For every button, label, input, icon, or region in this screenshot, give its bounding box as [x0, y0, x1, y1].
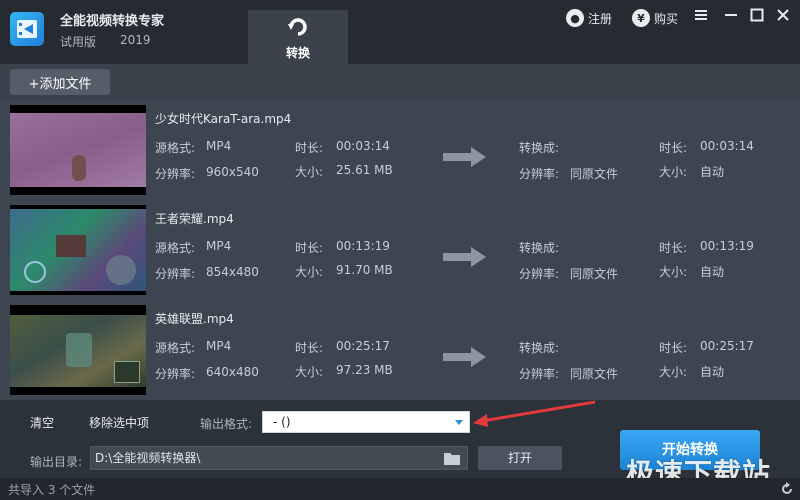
output-label: 转换成:	[519, 141, 560, 155]
src-format-label: 源格式:	[155, 241, 196, 255]
src-format-label: 源格式:	[155, 141, 196, 155]
close-icon[interactable]	[774, 6, 792, 24]
add-file-button[interactable]: +添加文件	[10, 69, 110, 95]
tab-convert-label: 转换	[285, 46, 310, 60]
src-format-value: MP4	[206, 339, 232, 353]
out-resolution-label: 分辨率:	[519, 367, 560, 381]
title-bar: 全能视频转换专家 试用版 2019 转换 ● 注册 ¥ 购买	[0, 0, 800, 64]
convert-arrow-icon	[288, 18, 307, 36]
size-value: 91.70 MB	[336, 263, 393, 277]
output-format-label: 输出格式:	[200, 417, 253, 431]
resolution-label: 分辨率:	[155, 267, 196, 281]
toolbar: +添加文件	[0, 64, 800, 100]
out-size-label: 大小:	[659, 165, 688, 179]
video-thumbnail	[10, 105, 146, 195]
duration-label: 时长:	[295, 341, 324, 355]
src-format-value: MP4	[206, 139, 232, 153]
arrow-right-icon	[443, 147, 486, 167]
arrow-right-icon	[443, 347, 486, 367]
file-row[interactable]: 英雄联盟.mp4 源格式: MP4 分辨率: 640x480 时长: 00:25…	[0, 300, 800, 400]
out-resolution-value[interactable]: 同原文件	[570, 365, 618, 382]
status-text: 共导入 3 个文件	[8, 483, 96, 497]
out-resolution-value[interactable]: 同原文件	[570, 165, 618, 182]
size-label: 大小:	[295, 365, 324, 379]
duration-value: 00:25:17	[336, 339, 390, 353]
resolution-value: 640x480	[206, 365, 259, 379]
minimize-icon[interactable]	[722, 6, 740, 24]
duration-value: 00:13:19	[336, 239, 390, 253]
file-list: 少女时代KaraT-ara.mp4 源格式: MP4 分辨率: 960x540 …	[0, 100, 800, 400]
tab-convert[interactable]: 转换	[248, 10, 348, 64]
output-dir-value: D:\全能视频转换器\	[95, 451, 201, 465]
out-size-value[interactable]: 自动	[700, 263, 724, 280]
register-label: 注册	[588, 11, 613, 26]
register-button[interactable]: ● 注册	[566, 8, 612, 28]
src-format-label: 源格式:	[155, 341, 196, 355]
output-label: 转换成:	[519, 241, 560, 255]
out-duration-value: 00:03:14	[700, 139, 754, 153]
user-icon: ●	[566, 9, 584, 27]
remove-selected-button[interactable]: 移除选中项	[89, 414, 149, 431]
video-thumbnail	[10, 205, 146, 295]
open-folder-button[interactable]: 打开	[478, 446, 562, 470]
file-name: 少女时代KaraT-ara.mp4	[155, 112, 292, 126]
resolution-value: 854x480	[206, 265, 259, 279]
folder-icon[interactable]	[443, 451, 461, 466]
out-size-label: 大小:	[659, 265, 688, 279]
duration-label: 时长:	[295, 241, 324, 255]
output-label: 转换成:	[519, 341, 560, 355]
video-thumbnail	[10, 305, 146, 395]
out-resolution-label: 分辨率:	[519, 167, 560, 181]
out-duration-label: 时长:	[659, 341, 688, 355]
out-resolution-value[interactable]: 同原文件	[570, 265, 618, 282]
duration-value: 00:03:14	[336, 139, 390, 153]
out-duration-label: 时长:	[659, 241, 688, 255]
app-edition: 试用版	[60, 35, 97, 49]
maximize-icon[interactable]	[748, 6, 766, 24]
menu-icon[interactable]	[692, 6, 710, 24]
file-row[interactable]: 王者荣耀.mp4 源格式: MP4 分辨率: 854x480 时长: 00:13…	[0, 200, 800, 300]
out-duration-label: 时长:	[659, 141, 688, 155]
file-row[interactable]: 少女时代KaraT-ara.mp4 源格式: MP4 分辨率: 960x540 …	[0, 100, 800, 200]
resolution-label: 分辨率:	[155, 167, 196, 181]
arrow-right-icon	[443, 247, 486, 267]
size-value: 25.61 MB	[336, 163, 393, 177]
size-label: 大小:	[295, 165, 324, 179]
size-value: 97.23 MB	[336, 363, 393, 377]
out-resolution-label: 分辨率:	[519, 267, 560, 281]
duration-label: 时长:	[295, 141, 324, 155]
file-name: 英雄联盟.mp4	[155, 312, 234, 326]
output-format-value: - ()	[273, 415, 291, 429]
size-label: 大小:	[295, 265, 324, 279]
src-format-value: MP4	[206, 239, 232, 253]
app-year: 2019	[120, 33, 151, 47]
output-format-select[interactable]: - ()	[262, 411, 470, 433]
app-name: 全能视频转换专家	[60, 14, 165, 29]
clear-button[interactable]: 清空	[30, 414, 54, 431]
out-size-value[interactable]: 自动	[700, 163, 724, 180]
file-name: 王者荣耀.mp4	[155, 212, 234, 226]
yen-icon: ¥	[632, 9, 650, 27]
film-logo-icon	[10, 12, 44, 46]
out-duration-value: 00:13:19	[700, 239, 754, 253]
chevron-down-icon	[455, 420, 463, 425]
out-duration-value: 00:25:17	[700, 339, 754, 353]
resolution-value: 960x540	[206, 165, 259, 179]
buy-button[interactable]: ¥ 购买	[632, 8, 678, 28]
refresh-icon[interactable]	[780, 482, 794, 496]
output-dir-label: 输出目录:	[30, 455, 83, 469]
status-bar: 共导入 3 个文件	[0, 478, 800, 500]
resolution-label: 分辨率:	[155, 367, 196, 381]
out-size-value[interactable]: 自动	[700, 363, 724, 380]
output-dir-field[interactable]: D:\全能视频转换器\	[90, 446, 468, 470]
out-size-label: 大小:	[659, 365, 688, 379]
annotation-arrow-icon	[473, 400, 596, 427]
buy-label: 购买	[654, 11, 679, 26]
